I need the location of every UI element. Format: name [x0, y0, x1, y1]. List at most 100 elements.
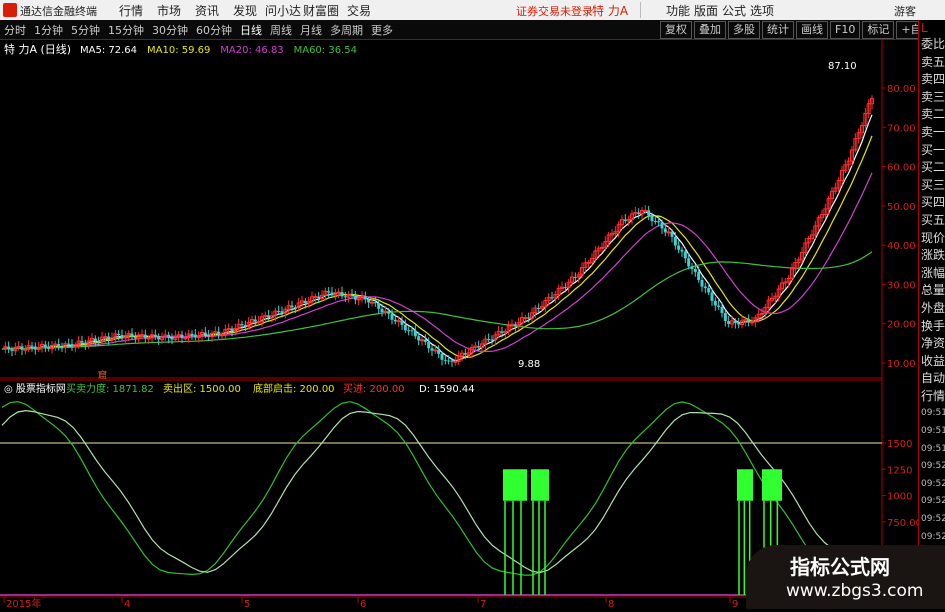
- chart-area[interactable]: 80.00 70.00 60.00 50.00 40.00 30.00 20.00 10.00…: [0, 40, 922, 610]
- candle-body: [277, 311, 281, 313]
- menu-trade[interactable]: 交易: [340, 2, 378, 19]
- candle-body: [717, 305, 721, 307]
- tab-1min[interactable]: 1分钟: [34, 22, 63, 38]
- quote-field-label: 收益: [921, 353, 945, 368]
- quote-field-label: 买三: [921, 177, 945, 192]
- candle-body: [683, 251, 687, 259]
- x-tick-label: 9: [732, 599, 738, 609]
- candle-body: [513, 324, 517, 326]
- menu-quotes[interactable]: 行情: [112, 2, 150, 19]
- menu-discover[interactable]: 发现: [226, 2, 264, 19]
- candle-body: [253, 319, 257, 322]
- x-tick-label: 8: [608, 599, 614, 609]
- tab-weekly[interactable]: 周线: [270, 22, 292, 38]
- candle-body: [330, 292, 334, 296]
- candle-body: [120, 335, 124, 338]
- menu-wealth[interactable]: 财富圈: [302, 2, 340, 19]
- menu-function[interactable]: 功能: [664, 2, 692, 19]
- right-menu: 功能 版面 公式 选项: [664, 2, 776, 19]
- tab-more[interactable]: 更多: [371, 22, 393, 38]
- candle-body: [180, 334, 184, 338]
- tab-5min[interactable]: 5分钟: [71, 22, 100, 38]
- quote-field-label[interactable]: 行情: [919, 388, 945, 406]
- candle-body: [157, 336, 161, 340]
- statistics-button[interactable]: 统计: [762, 21, 794, 39]
- candle-body: [340, 292, 344, 297]
- candle-body: [103, 336, 108, 339]
- title-bar: 通达信金融终端 行情 市场 资讯 发现 问小达 财富圈 交易 证券交易未登录 特…: [0, 0, 945, 20]
- period-tabs: 分时 1分钟 5分钟 15分钟 30分钟 60分钟 日线 周线 月线 多周期 更…: [4, 22, 401, 38]
- candle-body: [396, 320, 401, 323]
- candle-body: [750, 321, 754, 324]
- draw-line-button[interactable]: 画线: [796, 21, 828, 39]
- candle-body: [573, 277, 577, 279]
- candle-body: [193, 334, 197, 338]
- current-stock: 特 力A: [592, 4, 629, 18]
- buy-signal-block: [737, 469, 753, 501]
- guest-button[interactable]: 游客: [894, 3, 916, 19]
- candle-body: [356, 298, 361, 301]
- candle-body: [303, 300, 307, 304]
- candle-body: [16, 345, 21, 348]
- quote-field-label: 卖一: [921, 124, 945, 139]
- candle-body: [523, 317, 528, 320]
- tab-intraday[interactable]: 分时: [4, 22, 26, 38]
- quote-field-label[interactable]: 自动: [919, 370, 945, 388]
- quote-field-label: 外盘: [921, 300, 945, 315]
- x-tick-label: 6: [360, 599, 366, 609]
- candle-body: [70, 344, 74, 347]
- candle-body: [500, 331, 504, 333]
- tab-monthly[interactable]: 月线: [300, 22, 322, 38]
- candle-body: [527, 317, 531, 319]
- candle-body: [367, 299, 371, 303]
- quote-panel: L 委比 卖五 卖四 卖三 卖二 卖一 买一 买二 买三 买四 买五 现价 涨跌 涨幅 总量 外盘 换手 净资 收益自…: [918, 20, 945, 609]
- candle-body: [427, 341, 431, 349]
- candle-body: [673, 236, 677, 246]
- candle-body: [550, 297, 554, 299]
- candle-body: [440, 353, 444, 360]
- candle-body: [207, 334, 211, 337]
- app-logo: [3, 3, 17, 17]
- period-toolbar: 分时 1分钟 5分钟 15分钟 30分钟 60分钟 日线 周线 月线 多周期 更…: [0, 20, 945, 40]
- menu-market[interactable]: 市场: [150, 2, 188, 19]
- quote-field-label: 涨幅: [921, 265, 945, 280]
- kline-chart[interactable]: 80.00 70.00 60.00 50.00 40.00 30.00 20.00 10.00…: [0, 40, 922, 610]
- candle-body: [653, 220, 657, 222]
- tab-15min[interactable]: 15分钟: [108, 22, 144, 38]
- quote-field-label: 换手: [921, 318, 945, 333]
- chart-stock-label: 特 力A (日线): [4, 42, 71, 56]
- app-name: 通达信金融终端: [20, 5, 97, 18]
- mark-button[interactable]: 标记: [862, 21, 895, 39]
- candle-body: [647, 210, 651, 216]
- candle-body: [67, 343, 71, 345]
- menu-layout[interactable]: 版面: [692, 2, 720, 19]
- candle-body: [420, 339, 424, 342]
- candle-body: [487, 339, 491, 341]
- f10-button[interactable]: F10: [830, 21, 861, 39]
- candle-body: [83, 342, 87, 345]
- tab-30min[interactable]: 30分钟: [152, 22, 188, 38]
- menu-options[interactable]: 选项: [748, 2, 776, 19]
- ma-legend-ma60: MA60: 36.54: [294, 45, 357, 56]
- panel-header-mark: L: [921, 21, 928, 35]
- menu-news[interactable]: 资讯: [188, 2, 226, 19]
- tab-daily[interactable]: 日线: [240, 22, 262, 38]
- tab-60min[interactable]: 60分钟: [196, 22, 232, 38]
- main-menu: 行情 市场 资讯 发现 问小达 财富圈 交易: [112, 2, 378, 19]
- candle-body: [23, 348, 28, 351]
- event-flag: 窟: [98, 369, 107, 381]
- adjust-button[interactable]: 复权: [660, 21, 692, 39]
- candle-body: [490, 339, 494, 341]
- multi-stock-button[interactable]: 多股: [728, 21, 760, 39]
- login-status[interactable]: 证券交易未登录: [516, 3, 593, 19]
- candle-body: [167, 334, 171, 338]
- menu-ask[interactable]: 问小达: [264, 2, 302, 19]
- candle-body: [143, 334, 147, 339]
- candle-body: [190, 333, 194, 335]
- overlay-button[interactable]: 叠加: [694, 21, 726, 39]
- tab-multi-period[interactable]: 多周期: [330, 22, 363, 38]
- candle-body: [733, 320, 737, 324]
- candle-body: [20, 346, 24, 350]
- candle-body: [97, 341, 101, 343]
- menu-formula[interactable]: 公式: [720, 2, 748, 19]
